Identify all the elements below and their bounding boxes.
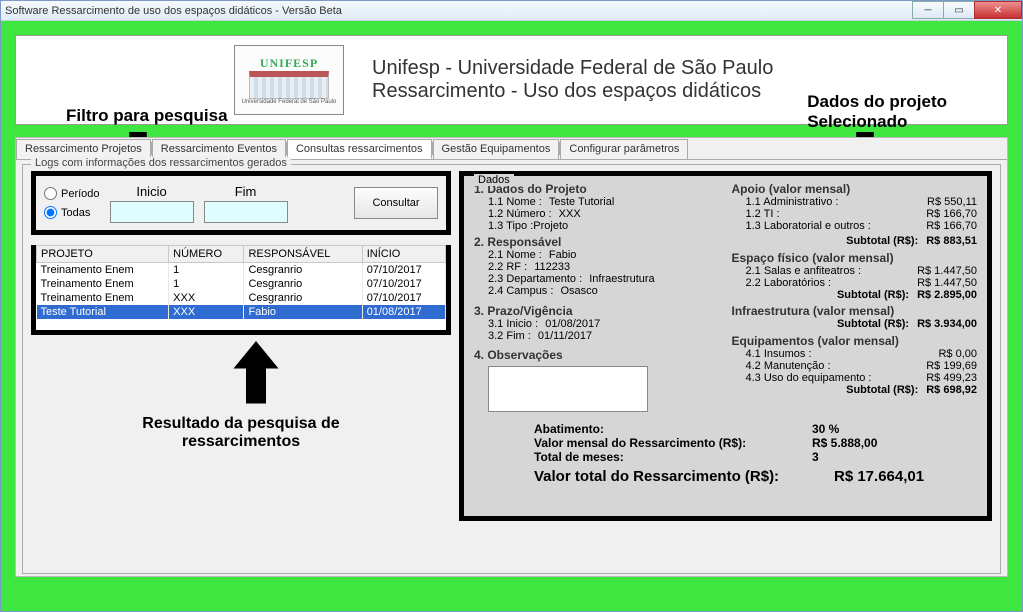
results-table-wrap: PROJETONÚMERORESPONSÁVELINÍCIO Treinamen…: [31, 245, 451, 335]
tab-gestão-equipamentos[interactable]: Gestão Equipamentos: [433, 139, 560, 159]
column-header[interactable]: RESPONSÁVEL: [244, 246, 362, 263]
building-icon: [249, 71, 329, 99]
table-row[interactable]: Treinamento Enem1Cesgranrio07/10/2017: [37, 277, 446, 291]
totals-block: Abatimento:30 % Valor mensal do Ressarci…: [474, 422, 977, 485]
logs-fieldset: Logs com informações dos ressarcimentos …: [22, 164, 1001, 574]
fim-label: Fim: [235, 184, 257, 199]
annotation-result: Resultado da pesquisa de ressarcimentos: [31, 415, 451, 451]
fim-input[interactable]: [204, 201, 288, 223]
section-obs: 4. Observações: [474, 348, 720, 362]
left-column: Período Todas Inicio Fim Con: [31, 171, 451, 521]
unifesp-logo: UNIFESP Universidade Federal de São Paul…: [234, 45, 344, 115]
titlebar: Software Ressarcimento de uso dos espaço…: [1, 1, 1022, 21]
section-infra: Infraestrutura (valor mensal): [732, 304, 978, 318]
section-prazo: 3. Prazo/Vigência: [474, 304, 720, 318]
main-frame: Filtro para pesquisa Dados do projeto Se…: [1, 21, 1022, 611]
inicio-input[interactable]: [110, 201, 194, 223]
section-responsavel: 2. Responsável: [474, 235, 720, 249]
radio-periodo[interactable]: Período: [44, 187, 100, 200]
section-apoio: Apoio (valor mensal): [732, 182, 978, 196]
annotation-filter: Filtro para pesquisa: [66, 106, 228, 126]
dados-panel: Dados 1. Dados do Projeto 1.1 Nome : Tes…: [459, 171, 992, 521]
radio-todas[interactable]: Todas: [44, 206, 100, 219]
header-text: Unifesp - Universidade Federal de São Pa…: [372, 57, 773, 103]
column-header[interactable]: INÍCIO: [362, 246, 445, 263]
section-espaco: Espaço físico (valor mensal): [732, 251, 978, 265]
tab-ressarcimento-projetos[interactable]: Ressarcimento Projetos: [16, 139, 151, 159]
observacoes-box[interactable]: [488, 366, 648, 412]
maximize-button[interactable]: ▭: [943, 1, 975, 19]
minimize-button[interactable]: ─: [912, 1, 944, 19]
tab-ressarcimento-eventos[interactable]: Ressarcimento Eventos: [152, 139, 286, 159]
tab-configurar-parâmetros[interactable]: Configurar parâmetros: [560, 139, 688, 159]
close-button[interactable]: ✕: [974, 1, 1022, 19]
fieldset-legend: Logs com informações dos ressarcimentos …: [31, 157, 291, 169]
tab-consultas-ressarcimentos[interactable]: Consultas ressarcimentos: [287, 139, 432, 159]
window-title: Software Ressarcimento de uso dos espaço…: [5, 5, 342, 17]
table-row[interactable]: Teste TutorialXXXFabio01/08/2017: [37, 305, 446, 319]
table-row[interactable]: Treinamento EnemXXXCesgranrio07/10/2017: [37, 291, 446, 305]
header-bar: Filtro para pesquisa Dados do projeto Se…: [15, 35, 1008, 125]
filter-box: Período Todas Inicio Fim Con: [31, 171, 451, 235]
column-header[interactable]: PROJETO: [37, 246, 169, 263]
app-window: Software Ressarcimento de uso dos espaço…: [0, 0, 1023, 612]
tab-container: Ressarcimento ProjetosRessarcimento Even…: [15, 137, 1008, 577]
results-table[interactable]: PROJETONÚMERORESPONSÁVELINÍCIO Treinamen…: [36, 245, 446, 319]
column-header[interactable]: NÚMERO: [169, 246, 244, 263]
up-arrow-icon: [231, 341, 281, 401]
consultar-button[interactable]: Consultar: [354, 187, 438, 219]
inicio-label: Inicio: [136, 184, 166, 199]
annotation-dados: Dados do projeto Selecionado: [807, 92, 947, 132]
section-equip: Equipamentos (valor mensal): [732, 334, 978, 348]
dados-legend: Dados: [474, 174, 514, 186]
table-row[interactable]: Treinamento Enem1Cesgranrio07/10/2017: [37, 263, 446, 278]
